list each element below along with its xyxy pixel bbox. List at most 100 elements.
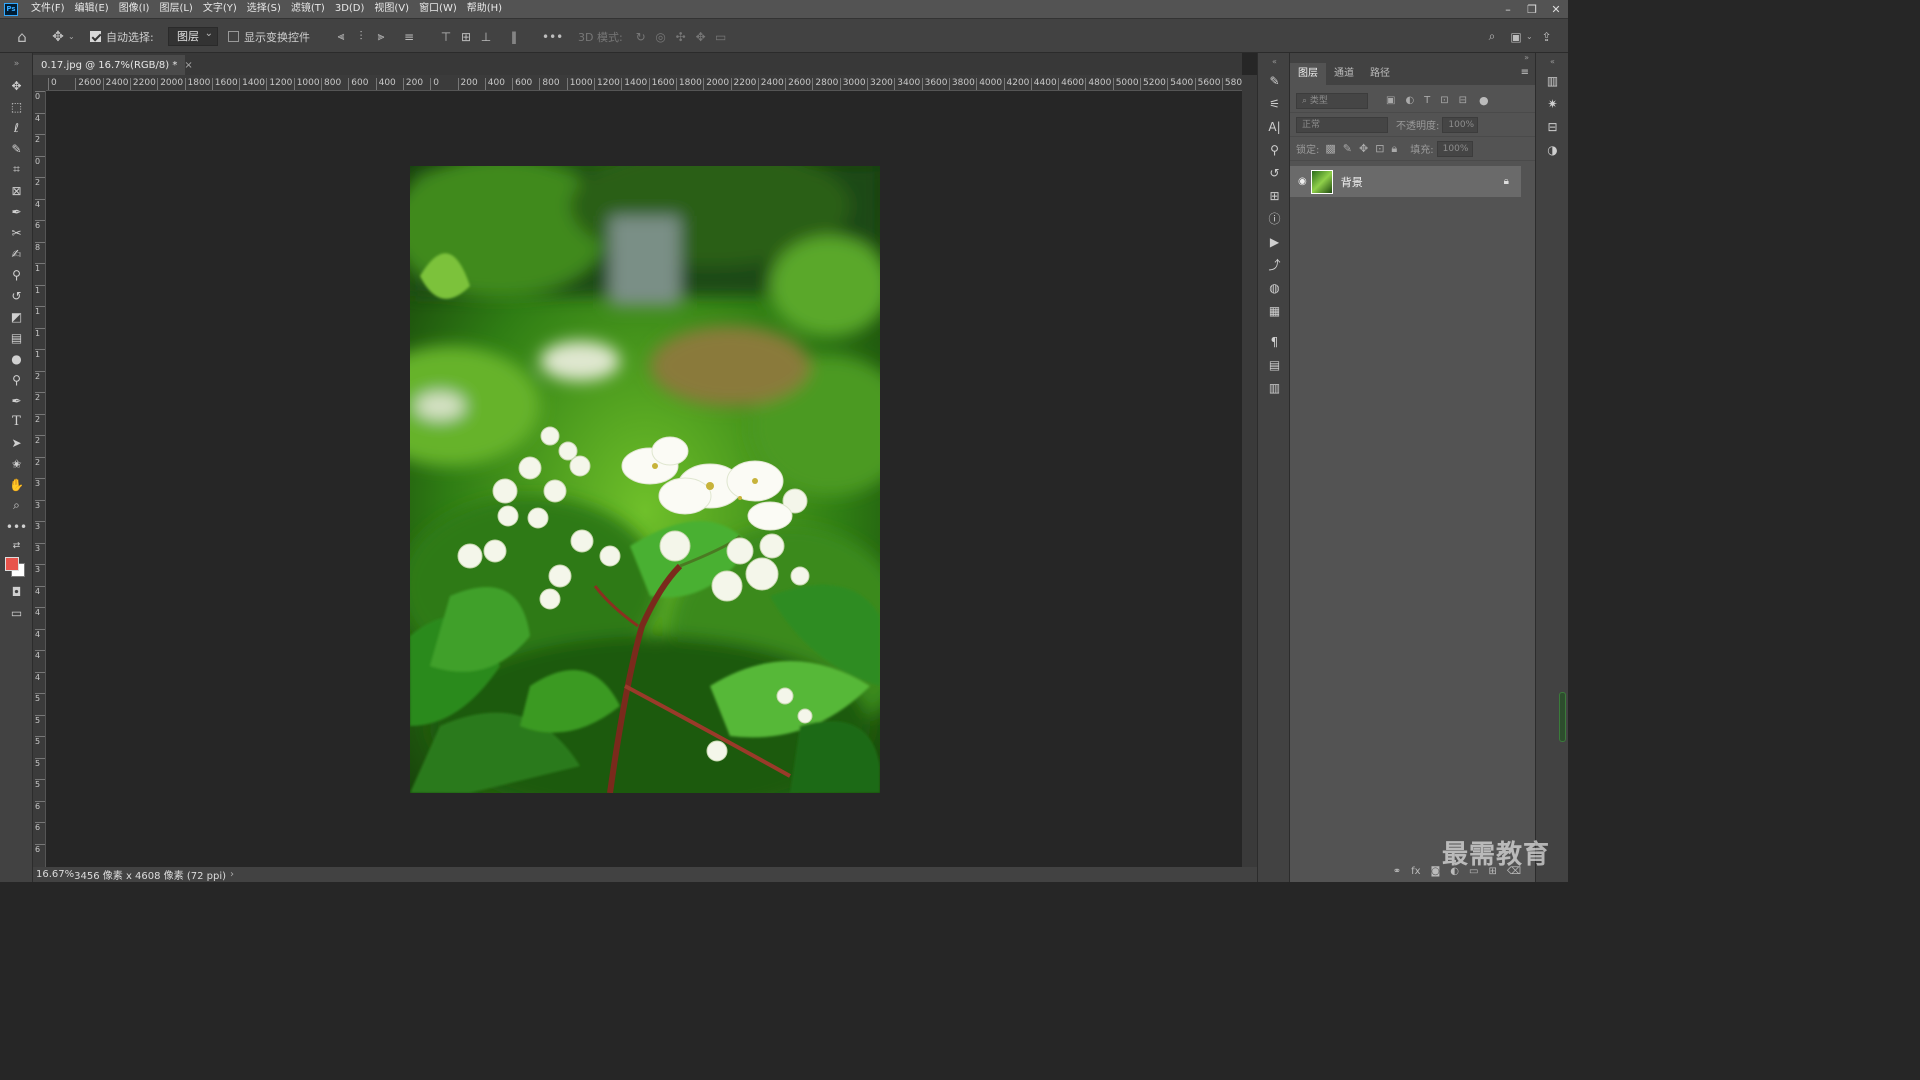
- collapse-dock-icon[interactable]: «: [1258, 53, 1291, 69]
- distribute-v-icon[interactable]: ‖: [504, 30, 524, 44]
- swatches-icon[interactable]: ▦: [1258, 299, 1291, 322]
- orbit-3d-icon[interactable]: ↻: [631, 30, 651, 44]
- collapse-right-dock-icon[interactable]: «: [1536, 53, 1569, 69]
- opacity-input[interactable]: 100%: [1442, 116, 1479, 133]
- tab-channels[interactable]: 通道: [1326, 63, 1362, 85]
- document-image[interactable]: [410, 166, 880, 793]
- slide-3d-icon[interactable]: ✥: [691, 30, 711, 44]
- close-tab-icon[interactable]: ×: [184, 60, 192, 71]
- history-brush-tool-icon[interactable]: ↺: [0, 285, 33, 306]
- histogram-icon[interactable]: ▥: [1536, 69, 1569, 92]
- checkbox-unchecked-icon[interactable]: [228, 31, 239, 42]
- search-icon[interactable]: ⌕: [1482, 29, 1502, 44]
- gradient-tool-icon[interactable]: ▤: [0, 327, 33, 348]
- 3d-icon[interactable]: ◍: [1258, 276, 1291, 299]
- menu-image[interactable]: 图像(I): [114, 0, 155, 18]
- collapse-toolbar-icon[interactable]: »: [0, 53, 33, 75]
- brush-tool-icon[interactable]: ✍: [0, 243, 33, 264]
- notes-icon[interactable]: ▥: [1258, 376, 1291, 399]
- crop-tool-icon[interactable]: ⌗: [0, 159, 33, 180]
- menu-help[interactable]: 帮助(H): [462, 0, 507, 18]
- actions-icon[interactable]: ▶: [1258, 230, 1291, 253]
- eraser-tool-icon[interactable]: ◩: [0, 306, 33, 327]
- tab-paths[interactable]: 路径: [1362, 63, 1398, 85]
- menu-3d[interactable]: 3D(D): [330, 0, 370, 18]
- roll-3d-icon[interactable]: ◎: [651, 30, 671, 44]
- quick-select-tool-icon[interactable]: ✎: [0, 138, 33, 159]
- workspace-icon[interactable]: ▣: [1506, 30, 1526, 44]
- layer-row[interactable]: ◉ 背景 🔒︎: [1290, 166, 1521, 197]
- paragraph-icon[interactable]: ¶: [1258, 330, 1291, 353]
- pan-3d-icon[interactable]: ✣: [671, 30, 691, 44]
- align-right-icon[interactable]: ⫸: [371, 29, 391, 44]
- lasso-tool-icon[interactable]: ℓ: [0, 117, 33, 138]
- scroll-indicator[interactable]: [1559, 692, 1566, 742]
- character-icon[interactable]: A|: [1258, 115, 1291, 138]
- healing-tool-icon[interactable]: ✂: [0, 222, 33, 243]
- collapse-panels-icon[interactable]: »: [1290, 53, 1535, 63]
- canvas-area[interactable]: [47, 92, 1242, 867]
- zoom-level[interactable]: 16.67%: [36, 869, 74, 880]
- glyphs-icon[interactable]: ▤: [1258, 353, 1291, 376]
- restore-icon[interactable]: ❐: [1520, 0, 1544, 18]
- filter-toggle-icon[interactable]: ●: [1479, 94, 1489, 107]
- mask-icon[interactable]: ◙: [1431, 866, 1441, 877]
- checkbox-checked-icon[interactable]: [90, 31, 101, 42]
- layer-select-dropdown[interactable]: 图层: [168, 25, 218, 46]
- dodge-tool-icon[interactable]: ⚲: [0, 369, 33, 390]
- clone-stamp-tool-icon[interactable]: ⚲: [0, 264, 33, 285]
- align-center-h-icon[interactable]: ⫶: [351, 29, 371, 44]
- quick-mask-icon[interactable]: ◘: [0, 581, 33, 602]
- menu-filter[interactable]: 滤镜(T): [286, 0, 330, 18]
- document-tab[interactable]: 0.17.jpg @ 16.7%(RGB/8) * ×: [33, 55, 193, 75]
- zoom-tool-icon[interactable]: ⌕: [0, 495, 33, 516]
- fill-input[interactable]: 100%: [1436, 140, 1473, 157]
- marquee-tool-icon[interactable]: ⬚: [0, 96, 33, 117]
- menu-select[interactable]: 选择(S): [242, 0, 286, 18]
- layer-lock-icon[interactable]: 🔒︎: [1504, 176, 1509, 187]
- filter-icons[interactable]: ▣◐T⊡⊟: [1386, 95, 1477, 106]
- panel-menu-icon[interactable]: ≡: [1521, 67, 1529, 78]
- libraries-icon[interactable]: ⊞: [1258, 184, 1291, 207]
- history-icon[interactable]: ↺: [1258, 161, 1291, 184]
- eyedropper-tool-icon[interactable]: ✒: [0, 201, 33, 222]
- minimize-icon[interactable]: –: [1496, 0, 1520, 18]
- status-menu-icon[interactable]: ›: [230, 869, 234, 880]
- menu-type[interactable]: 文字(Y): [198, 0, 242, 18]
- menu-layer[interactable]: 图层(L): [154, 0, 197, 18]
- share-icon[interactable]: ⇪: [1537, 30, 1557, 44]
- tab-layers[interactable]: 图层: [1290, 63, 1326, 85]
- brush-settings-icon[interactable]: ✎: [1258, 69, 1291, 92]
- show-transform-checkbox[interactable]: 显示变换控件: [228, 19, 310, 54]
- screen-mode-icon[interactable]: ▭: [0, 602, 33, 623]
- align-bottom-icon[interactable]: ⊥: [476, 30, 496, 44]
- frame-tool-icon[interactable]: ⊠: [0, 180, 33, 201]
- pen-tool-icon[interactable]: ✒: [0, 390, 33, 411]
- blend-mode-select[interactable]: 正常: [1296, 116, 1388, 133]
- menu-edit[interactable]: 编辑(E): [70, 0, 114, 18]
- path-select-tool-icon[interactable]: ➤: [0, 432, 33, 453]
- edit-toolbar-icon[interactable]: •••: [0, 516, 33, 537]
- shape-tool-icon[interactable]: ✬: [0, 453, 33, 474]
- link-icon[interactable]: ⚭: [1393, 866, 1401, 877]
- fx-icon[interactable]: fx: [1411, 866, 1420, 877]
- properties-icon[interactable]: ⊟: [1536, 115, 1569, 138]
- more-options-icon[interactable]: •••: [542, 30, 563, 44]
- menu-window[interactable]: 窗口(W): [414, 0, 462, 18]
- foreground-color-swatch[interactable]: [5, 557, 19, 571]
- auto-select-checkbox[interactable]: 自动选择:: [90, 19, 154, 54]
- home-icon[interactable]: ⌂: [12, 19, 32, 54]
- menu-file[interactable]: 文件(F): [26, 0, 70, 18]
- menu-view[interactable]: 视图(V): [369, 0, 414, 18]
- align-top-icon[interactable]: ⊤: [436, 30, 456, 44]
- type-tool-icon[interactable]: T: [0, 411, 33, 432]
- adjustments-icon[interactable]: ⚟: [1258, 92, 1291, 115]
- camera-3d-icon[interactable]: ▭: [711, 30, 731, 44]
- align-middle-v-icon[interactable]: ⊞: [456, 30, 476, 44]
- canvas-scrollbar[interactable]: [1242, 75, 1257, 867]
- close-icon[interactable]: ✕: [1544, 0, 1568, 18]
- lock-icons[interactable]: ▩✎✥⊡🔒︎: [1325, 142, 1404, 156]
- move-tool-icon[interactable]: ✥: [0, 75, 33, 96]
- layer-name[interactable]: 背景: [1341, 174, 1363, 190]
- clone-source-icon[interactable]: ⚲: [1258, 138, 1291, 161]
